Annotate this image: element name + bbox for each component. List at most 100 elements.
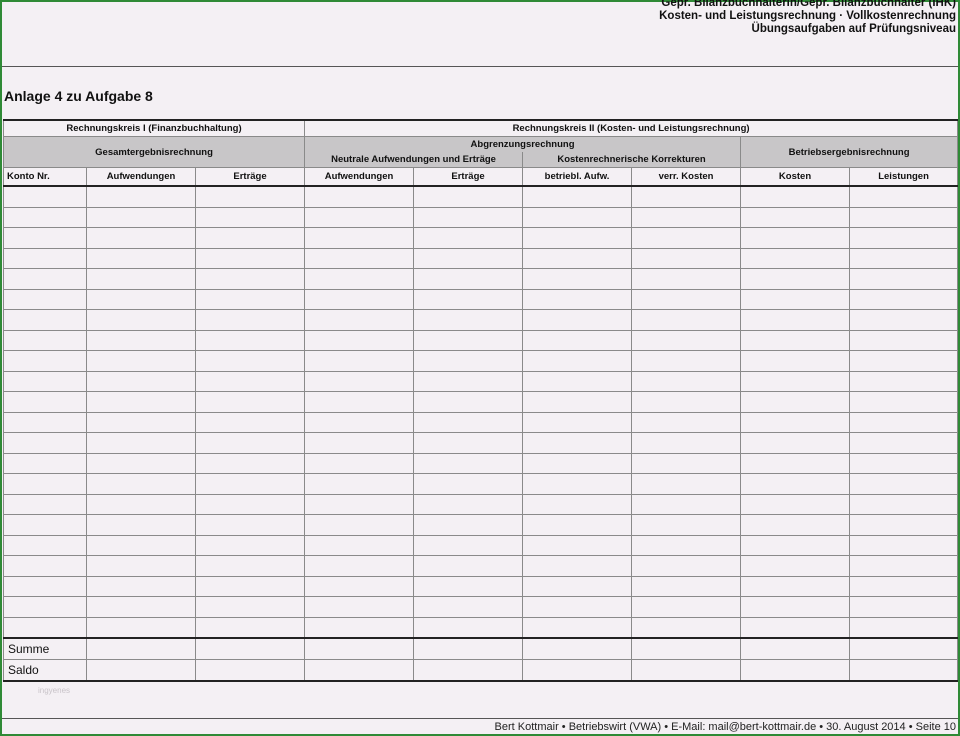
table-cell[interactable] <box>849 411 959 433</box>
table-cell[interactable] <box>304 247 415 269</box>
table-cell[interactable] <box>86 432 196 454</box>
table-cell[interactable] <box>304 432 415 454</box>
table-cell[interactable] <box>631 575 742 597</box>
table-cell[interactable] <box>740 596 851 618</box>
table-cell[interactable] <box>740 329 851 351</box>
table-cell[interactable] <box>194 411 306 433</box>
table-cell[interactable] <box>304 575 415 597</box>
table-cell[interactable] <box>740 185 851 208</box>
saldo-cell[interactable] <box>413 659 524 682</box>
table-cell[interactable] <box>849 206 959 228</box>
table-cell[interactable] <box>522 227 633 249</box>
table-cell[interactable] <box>194 370 306 392</box>
table-cell[interactable] <box>413 555 524 577</box>
table-cell[interactable] <box>194 534 306 556</box>
saldo-cell[interactable] <box>194 659 306 682</box>
table-cell[interactable] <box>631 206 742 228</box>
table-cell[interactable] <box>522 391 633 413</box>
table-cell[interactable] <box>413 596 524 618</box>
table-cell[interactable] <box>522 185 633 208</box>
table-cell[interactable] <box>522 247 633 269</box>
table-cell[interactable] <box>522 350 633 372</box>
table-cell[interactable] <box>849 370 959 392</box>
table-cell[interactable] <box>86 411 196 433</box>
table-cell[interactable] <box>631 185 742 208</box>
table-cell[interactable] <box>3 350 87 372</box>
table-cell[interactable] <box>3 432 87 454</box>
saldo-cell[interactable] <box>304 659 415 682</box>
table-cell[interactable] <box>522 616 633 639</box>
table-cell[interactable] <box>849 350 959 372</box>
table-cell[interactable] <box>3 616 87 639</box>
table-cell[interactable] <box>304 227 415 249</box>
table-cell[interactable] <box>194 432 306 454</box>
table-cell[interactable] <box>522 329 633 351</box>
table-cell[interactable] <box>740 391 851 413</box>
table-cell[interactable] <box>631 596 742 618</box>
table-cell[interactable] <box>849 493 959 515</box>
summe-cell[interactable] <box>849 637 959 660</box>
table-cell[interactable] <box>631 534 742 556</box>
table-cell[interactable] <box>194 288 306 310</box>
table-cell[interactable] <box>304 534 415 556</box>
table-cell[interactable] <box>413 575 524 597</box>
table-cell[interactable] <box>3 555 87 577</box>
table-cell[interactable] <box>740 514 851 536</box>
table-cell[interactable] <box>194 247 306 269</box>
table-cell[interactable] <box>3 329 87 351</box>
table-cell[interactable] <box>86 206 196 228</box>
table-cell[interactable] <box>631 473 742 495</box>
table-cell[interactable] <box>304 370 415 392</box>
table-cell[interactable] <box>849 227 959 249</box>
table-cell[interactable] <box>740 616 851 639</box>
table-cell[interactable] <box>3 493 87 515</box>
table-cell[interactable] <box>849 596 959 618</box>
table-cell[interactable] <box>3 391 87 413</box>
table-cell[interactable] <box>194 555 306 577</box>
table-cell[interactable] <box>849 288 959 310</box>
table-cell[interactable] <box>304 555 415 577</box>
table-cell[interactable] <box>304 288 415 310</box>
table-cell[interactable] <box>631 268 742 290</box>
table-cell[interactable] <box>740 575 851 597</box>
summe-cell[interactable] <box>740 637 851 660</box>
table-cell[interactable] <box>86 391 196 413</box>
table-cell[interactable] <box>194 575 306 597</box>
table-cell[interactable] <box>86 227 196 249</box>
table-cell[interactable] <box>849 185 959 208</box>
table-cell[interactable] <box>849 555 959 577</box>
table-cell[interactable] <box>3 514 87 536</box>
table-cell[interactable] <box>849 432 959 454</box>
table-cell[interactable] <box>3 185 87 208</box>
table-cell[interactable] <box>849 329 959 351</box>
table-cell[interactable] <box>631 493 742 515</box>
table-cell[interactable] <box>740 309 851 331</box>
table-cell[interactable] <box>86 288 196 310</box>
table-cell[interactable] <box>849 268 959 290</box>
saldo-cell[interactable] <box>849 659 959 682</box>
table-cell[interactable] <box>413 329 524 351</box>
table-cell[interactable] <box>86 575 196 597</box>
table-cell[interactable] <box>740 370 851 392</box>
table-cell[interactable] <box>86 350 196 372</box>
table-cell[interactable] <box>304 350 415 372</box>
table-cell[interactable] <box>3 411 87 433</box>
table-cell[interactable] <box>194 452 306 474</box>
table-cell[interactable] <box>3 370 87 392</box>
table-cell[interactable] <box>631 432 742 454</box>
table-cell[interactable] <box>86 268 196 290</box>
table-cell[interactable] <box>522 432 633 454</box>
table-cell[interactable] <box>3 288 87 310</box>
table-cell[interactable] <box>86 185 196 208</box>
table-cell[interactable] <box>86 534 196 556</box>
table-cell[interactable] <box>304 309 415 331</box>
table-cell[interactable] <box>631 411 742 433</box>
table-cell[interactable] <box>522 575 633 597</box>
saldo-cell[interactable] <box>740 659 851 682</box>
table-cell[interactable] <box>413 185 524 208</box>
table-cell[interactable] <box>304 329 415 351</box>
table-cell[interactable] <box>740 411 851 433</box>
table-cell[interactable] <box>740 493 851 515</box>
table-cell[interactable] <box>194 616 306 639</box>
table-cell[interactable] <box>86 596 196 618</box>
